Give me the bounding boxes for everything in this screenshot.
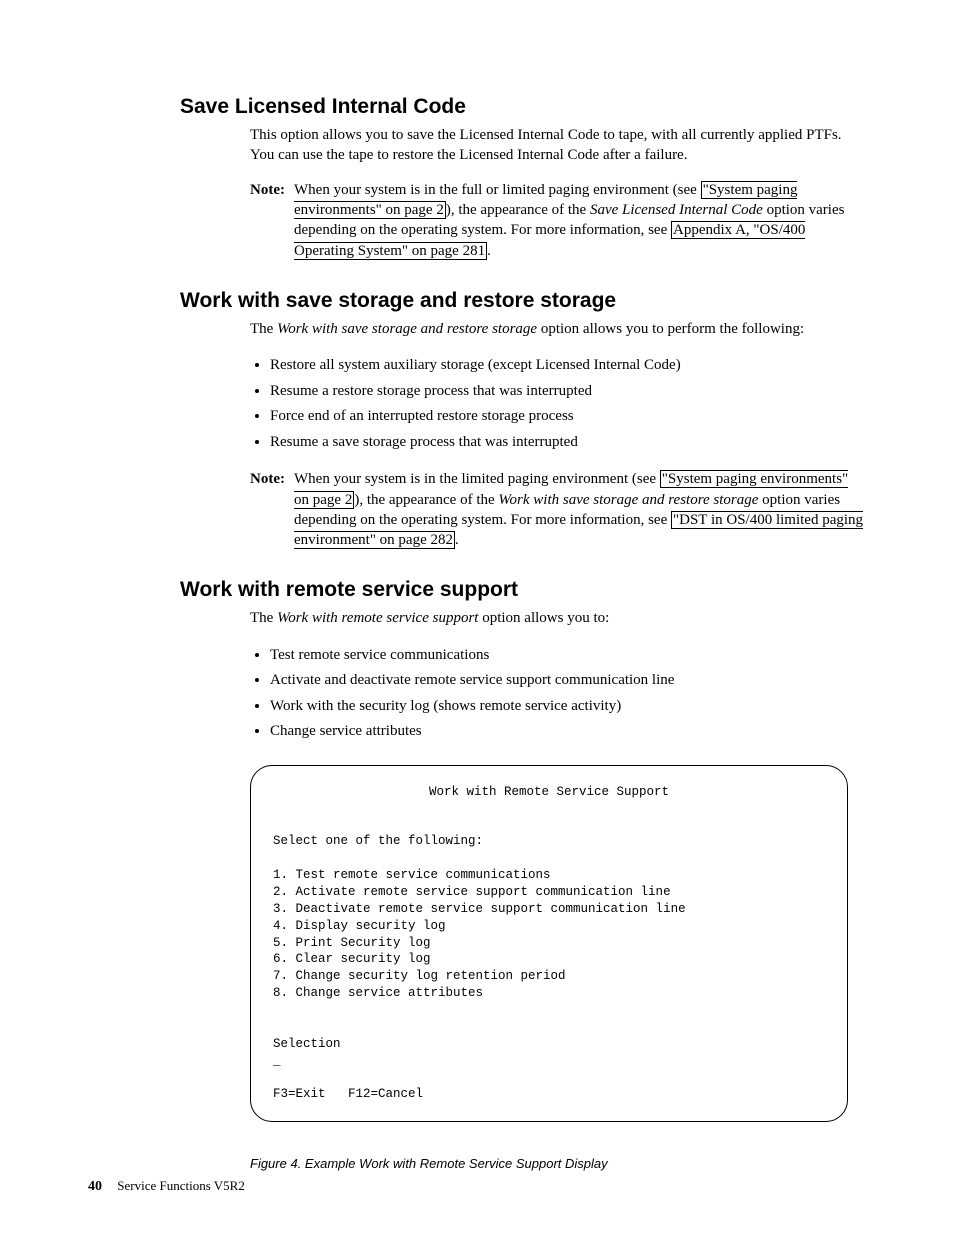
para-text: The xyxy=(250,610,277,626)
footer-title: Service Functions V5R2 xyxy=(117,1178,245,1193)
note-label: Note: xyxy=(250,471,285,487)
list-item: Resume a restore storage process that wa… xyxy=(270,379,864,405)
note-s2: Note: When your system is in the limited… xyxy=(250,469,864,550)
heading-save-licensed-internal-code: Save Licensed Internal Code xyxy=(180,95,864,119)
figure-caption: Figure 4. Example Work with Remote Servi… xyxy=(250,1156,864,1171)
bullet-list-s2: Restore all system auxiliary storage (ex… xyxy=(250,353,864,455)
list-item: Force end of an interrupted restore stor… xyxy=(270,404,864,430)
list-item: Test remote service communications xyxy=(270,643,864,669)
note-text: ), the appearance of the xyxy=(446,202,590,218)
para-s1: This option allows you to save the Licen… xyxy=(250,125,864,166)
terminal-selection-label: Selection xyxy=(273,1037,341,1051)
para-text: The xyxy=(250,321,277,337)
terminal-selection-marker: _ xyxy=(273,1054,281,1068)
terminal-title: Work with Remote Service Support xyxy=(273,784,825,801)
terminal-item: 1. Test remote service communications xyxy=(273,868,551,882)
para-s3: The Work with remote service support opt… xyxy=(250,608,864,628)
heading-work-with-remote-service: Work with remote service support xyxy=(180,578,864,602)
page-number: 40 xyxy=(88,1179,102,1194)
terminal-fkeys: F3=Exit F12=Cancel xyxy=(273,1087,423,1101)
italic-option-name: Work with remote service support xyxy=(277,610,478,626)
terminal-item: 4. Display security log xyxy=(273,919,446,933)
note-text: . xyxy=(455,532,459,548)
terminal-display: Work with Remote Service Support Select … xyxy=(250,765,848,1123)
para-text: option allows you to perform the followi… xyxy=(537,321,804,337)
bullet-list-s3: Test remote service communications Activ… xyxy=(250,643,864,745)
terminal-item: 6. Clear security log xyxy=(273,952,431,966)
terminal-item: 5. Print Security log xyxy=(273,936,431,950)
terminal-item: 3. Deactivate remote service support com… xyxy=(273,902,686,916)
terminal-prompt: Select one of the following: xyxy=(273,834,483,848)
page-footer: 40 Service Functions V5R2 xyxy=(88,1178,245,1195)
list-item: Resume a save storage process that was i… xyxy=(270,430,864,456)
note-text: When your system is in the full or limit… xyxy=(294,182,701,198)
list-item: Change service attributes xyxy=(270,719,864,745)
para-text: option allows you to: xyxy=(478,610,609,626)
note-text: ), the appearance of the xyxy=(354,492,498,508)
heading-work-with-save-storage: Work with save storage and restore stora… xyxy=(180,289,864,313)
note-label: Note: xyxy=(250,182,285,198)
list-item: Activate and deactivate remote service s… xyxy=(270,668,864,694)
italic-option-name: Work with save storage and restore stora… xyxy=(277,321,537,337)
terminal-item: 2. Activate remote service support commu… xyxy=(273,885,671,899)
terminal-item: 7. Change security log retention period xyxy=(273,969,566,983)
page-content: Save Licensed Internal Code This option … xyxy=(0,0,954,1231)
list-item: Restore all system auxiliary storage (ex… xyxy=(270,353,864,379)
note-text: . xyxy=(487,243,491,259)
italic-option-name: Work with save storage and restore stora… xyxy=(498,492,758,508)
para-s2: The Work with save storage and restore s… xyxy=(250,319,864,339)
italic-option-name: Save Licensed Internal Code xyxy=(590,202,763,218)
list-item: Work with the security log (shows remote… xyxy=(270,694,864,720)
note-text: When your system is in the limited pagin… xyxy=(294,471,660,487)
note-s1: Note: When your system is in the full or… xyxy=(250,180,864,261)
terminal-item: 8. Change service attributes xyxy=(273,986,483,1000)
